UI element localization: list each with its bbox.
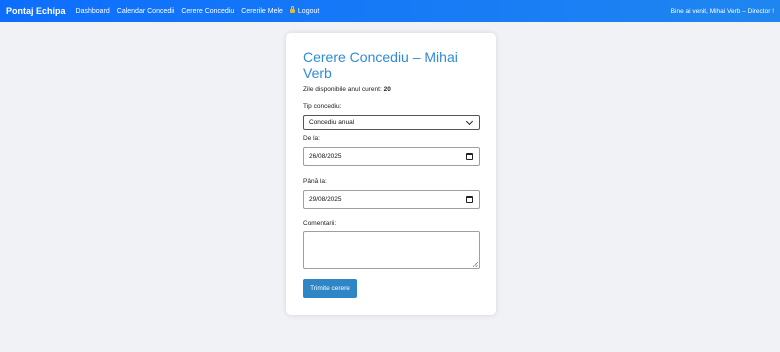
nav-link-calendar-concedii[interactable]: Calendar Concedii bbox=[117, 8, 175, 15]
submit-button[interactable]: Trimite cerere bbox=[303, 279, 357, 298]
available-days: Zile disponibile anul curent: 20 bbox=[303, 86, 391, 93]
nav-links: Dashboard Calendar Concedii Cerere Conce… bbox=[76, 5, 320, 15]
comments-textarea[interactable] bbox=[303, 231, 480, 269]
nav-link-cererile-mele[interactable]: Cererile Mele bbox=[241, 8, 283, 15]
leave-type-value: Concediu anual bbox=[309, 119, 355, 126]
logout-link[interactable]: Logout bbox=[289, 5, 320, 15]
leave-type-label: Tip concediu: bbox=[303, 103, 342, 110]
available-days-label: Zile disponibile anul curent: bbox=[303, 86, 382, 93]
page-title: Cerere Concediu – Mihai Verb bbox=[303, 49, 458, 81]
lock-icon bbox=[289, 5, 295, 13]
logout-label: Logout bbox=[297, 7, 320, 15]
available-days-value: 20 bbox=[383, 86, 391, 93]
welcome-message: Bine ai venit, Mihai Verb – Director ! bbox=[670, 7, 774, 15]
end-date-label: Până la: bbox=[303, 178, 327, 185]
nav-link-cerere-concediu[interactable]: Cerere Concediu bbox=[181, 8, 234, 15]
comments-label: Comentarii: bbox=[303, 220, 337, 227]
end-date-value: 29/08/2025 bbox=[309, 196, 342, 203]
start-date-input[interactable]: 26/08/2025 bbox=[303, 147, 480, 166]
start-date-value: 26/08/2025 bbox=[309, 153, 342, 160]
brand-logo[interactable]: Pontaj Echipa bbox=[6, 6, 66, 16]
calendar-icon[interactable] bbox=[466, 153, 473, 160]
nav-link-dashboard[interactable]: Dashboard bbox=[76, 8, 110, 15]
chevron-down-icon bbox=[465, 117, 474, 125]
end-date-input[interactable]: 29/08/2025 bbox=[303, 190, 480, 209]
top-navbar: Pontaj Echipa Dashboard Calendar Concedi… bbox=[0, 0, 780, 22]
leave-request-card: Cerere Concediu – Mihai Verb Zile dispon… bbox=[286, 33, 496, 315]
resize-grip-icon[interactable] bbox=[473, 262, 478, 267]
calendar-icon[interactable] bbox=[466, 196, 473, 203]
leave-type-select[interactable]: Concediu anual bbox=[303, 115, 480, 130]
start-date-label: De la: bbox=[303, 135, 320, 142]
